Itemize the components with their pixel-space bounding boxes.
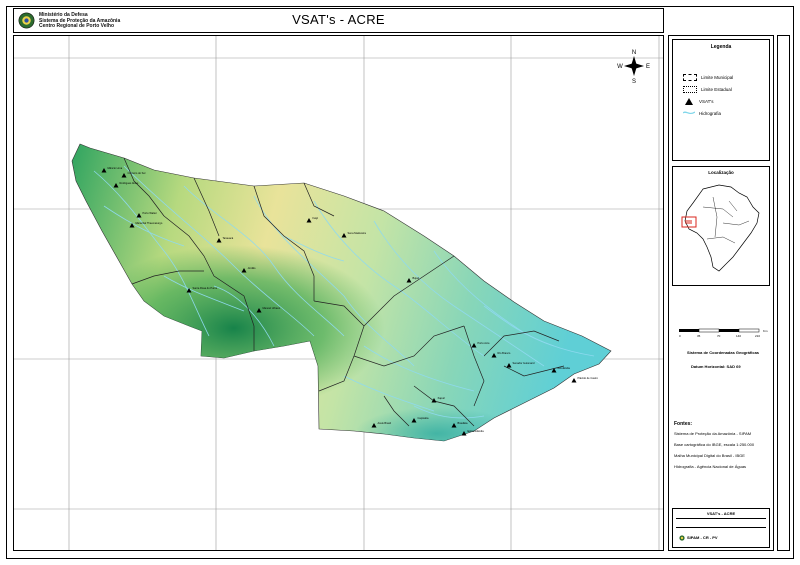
org-logo-icon bbox=[679, 535, 685, 541]
north-arrow-icon: N S E W bbox=[617, 50, 650, 85]
vsat-label: Senador Guiomard bbox=[513, 361, 535, 365]
credits-box: VSAT's - ACRE SIPAM - CR - PV bbox=[672, 508, 770, 548]
acre-state bbox=[71, 143, 612, 442]
scale-tick: 210 bbox=[755, 334, 760, 337]
source-line: Base cartográfica do IBGE, escala 1:250.… bbox=[674, 442, 755, 447]
credits-caption: VSAT's - ACRE bbox=[706, 511, 736, 516]
scale-tick: 140 bbox=[736, 334, 741, 337]
legend-item: Limite Municipal bbox=[683, 74, 733, 81]
scale-unit: Km bbox=[763, 329, 768, 333]
legend-label: Limite Estadual bbox=[701, 87, 732, 92]
main-map: Mâncio Lima Cruzeiro do Sul Rodrigues Alve… bbox=[14, 36, 663, 550]
credits-org: SIPAM - CR - PV bbox=[687, 535, 718, 540]
vsat-marker-icon bbox=[685, 98, 693, 105]
vsat-label: Rodrigues Alves bbox=[120, 181, 139, 185]
compass-e: E bbox=[646, 64, 650, 70]
vsat-label: Porto Walter bbox=[143, 211, 157, 215]
source-line: Malha Municipal Digital do Brasil - IBGE bbox=[674, 453, 745, 458]
vsat-label: Epitaciolândia bbox=[468, 429, 485, 433]
main-map-frame: Mâncio Lima Cruzeiro do Sul Rodrigues Alve… bbox=[13, 35, 664, 551]
source-line: Sistema de Proteção da Amazônia - SIPAM bbox=[674, 431, 752, 436]
source-line: Hidrografia - Agência Nacional de Águas bbox=[674, 464, 747, 469]
vsat-label: Feijó bbox=[313, 216, 319, 220]
sources-block: Fontes: Sistema de Proteção da Amazônia … bbox=[674, 421, 770, 469]
side-panel: Legenda Limite Municipal Limite Estadual… bbox=[668, 35, 774, 551]
map-header: Ministério da Defesa Sistema de Proteção… bbox=[13, 8, 664, 33]
scale-tick: 0 bbox=[679, 334, 681, 337]
map-title: VSAT's - ACRE bbox=[292, 12, 385, 27]
vsat-label: Manoel Urbano bbox=[263, 306, 281, 310]
vsat-label: Brasiléia bbox=[458, 421, 469, 425]
vsat-label: Tarauacá bbox=[223, 236, 234, 240]
scale-tick: 35 bbox=[697, 334, 701, 337]
state-boundary-swatch bbox=[683, 86, 697, 93]
hydrography-swatch bbox=[683, 111, 695, 115]
location-map bbox=[681, 184, 760, 272]
margin-strip bbox=[777, 35, 790, 551]
legend-title: Legenda bbox=[710, 44, 732, 50]
vsat-label: Cruzeiro do Sul bbox=[128, 171, 146, 175]
location-map-box: Localização bbox=[672, 166, 770, 286]
legend-label: Limite Municipal bbox=[701, 75, 734, 80]
compass-w: W bbox=[617, 64, 623, 70]
vsat-label: Mâncio Lima bbox=[108, 166, 123, 170]
vsat-label: Acrelândia bbox=[558, 366, 571, 370]
vsat-label: Capixaba bbox=[418, 416, 430, 420]
legend-item: Hidrografia bbox=[683, 110, 721, 116]
legend-box: Legenda Limite Municipal Limite Estadual… bbox=[672, 39, 770, 161]
vsat-label: Plácido de Castro bbox=[578, 376, 599, 380]
municipal-boundary-swatch bbox=[683, 74, 697, 81]
compass-n: N bbox=[632, 50, 636, 56]
vsat-label: Assis Brasil bbox=[378, 421, 392, 425]
vsat-marker-icon bbox=[571, 378, 577, 383]
vsat-label: Jordão bbox=[248, 266, 256, 270]
projection-line: Sistema de Coordenadas Geográficas bbox=[687, 350, 760, 355]
compass-s: S bbox=[632, 79, 636, 85]
scale-tick: 70 bbox=[717, 334, 721, 337]
legend-item: VSAT's bbox=[683, 98, 714, 105]
location-map-title: Localização bbox=[708, 170, 734, 175]
vsat-label: Bujari bbox=[413, 276, 420, 280]
vsat-label: Santa Rosa do Purus bbox=[193, 286, 218, 290]
datum-line: Datum Horizontal: SAD 69 bbox=[691, 364, 741, 369]
vsat-label: Xapuri bbox=[438, 396, 446, 400]
vsat-label: Rio Branco bbox=[498, 351, 511, 355]
scale-bar: 0 35 70 140 210 Km bbox=[679, 328, 768, 337]
vsat-label: Marechal Thaumaturgo bbox=[136, 221, 163, 225]
legend-label: Hidrografia bbox=[699, 110, 722, 116]
sources-title: Fontes: bbox=[674, 421, 693, 427]
vsat-label: Porto Acre bbox=[478, 341, 491, 345]
legend-label: VSAT's bbox=[699, 99, 714, 104]
vsat-label: Sena Madureira bbox=[348, 231, 367, 235]
legend-item: Limite Estadual bbox=[683, 86, 732, 93]
vsat-marker: Plácido de Castro bbox=[571, 376, 599, 383]
